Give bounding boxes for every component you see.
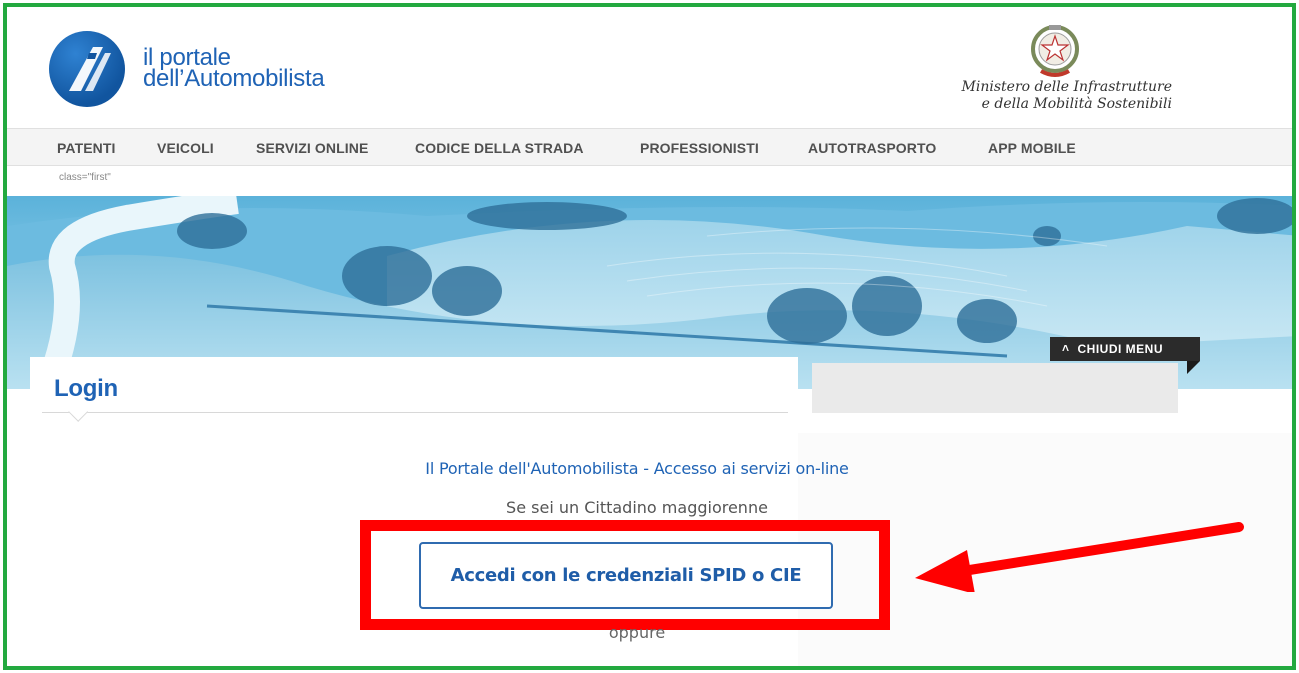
nav-item-veicoli[interactable]: VEICOLI bbox=[157, 140, 214, 156]
portal-logo-icon[interactable] bbox=[49, 31, 125, 107]
close-menu-ribbon-tail bbox=[1187, 361, 1200, 374]
logo-line-2: dell’Automobilista bbox=[143, 65, 325, 92]
ministry-line-1: Ministero delle Infrastrutture bbox=[961, 79, 1172, 95]
spid-cie-login-button[interactable]: Accedi con le credenziali SPID o CIE bbox=[419, 542, 833, 609]
chevron-up-icon: ˄ bbox=[1062, 341, 1070, 355]
title-divider bbox=[42, 412, 788, 413]
close-menu-button[interactable]: ˄ CHIUDI MENU bbox=[1050, 337, 1200, 361]
breadcrumb-text: class="first" bbox=[59, 172, 111, 183]
ministry-line-2: e della Mobilità Sostenibili bbox=[981, 96, 1172, 112]
nav-item-app-mobile[interactable]: APP MOBILE bbox=[988, 140, 1076, 156]
nav-item-professionisti[interactable]: PROFESSIONISTI bbox=[640, 140, 759, 156]
nav-item-autotrasporto[interactable]: AUTOTRASPORTO bbox=[808, 140, 936, 156]
nav-item-codice-della-strada[interactable]: CODICE DELLA STRADA bbox=[415, 140, 584, 156]
access-heading: Il Portale dell'Automobilista - Accesso … bbox=[425, 459, 849, 478]
portal-logo-text[interactable]: il portale dell’Automobilista bbox=[143, 46, 325, 92]
page-frame: il portale dell’Automobilista Ministero … bbox=[3, 3, 1296, 670]
red-arrow-icon bbox=[915, 522, 1244, 592]
site-header: il portale dell’Automobilista Ministero … bbox=[7, 7, 1292, 128]
nav-item-servizi-online[interactable]: SERVIZI ONLINE bbox=[256, 140, 368, 156]
or-separator: oppure bbox=[608, 623, 666, 642]
sidebar-placeholder bbox=[812, 363, 1178, 413]
nav-item-patenti[interactable]: PATENTI bbox=[57, 140, 116, 156]
italian-republic-emblem-icon bbox=[1031, 25, 1079, 77]
main-navigation: PATENTI VEICOLI SERVIZI ONLINE CODICE DE… bbox=[7, 128, 1292, 166]
ministry-label: Ministero delle Infrastrutture e della M… bbox=[932, 79, 1172, 113]
page-title: Login bbox=[54, 375, 118, 402]
close-menu-label: CHIUDI MENU bbox=[1077, 342, 1164, 356]
breadcrumb-bar: class="first" bbox=[7, 167, 1292, 197]
